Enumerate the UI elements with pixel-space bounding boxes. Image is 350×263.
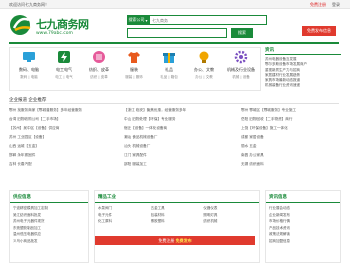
search-area: 搜索公司 ▾ 搜索 (127, 15, 267, 38)
logo-name: 七九商务网 (36, 18, 89, 31)
category-name: 机械及行业设备 (227, 67, 255, 72)
chevron-down-icon: ▾ (145, 17, 148, 23)
search-secondary-field[interactable] (127, 28, 227, 38)
top-bar: 欢迎访问七九商务网！ 免费注册 登录 (0, 0, 350, 9)
register-link[interactable]: 免费注册 (310, 2, 326, 8)
industry-item[interactable]: 化工原料 (98, 218, 151, 225)
category-name: 礼品 (165, 67, 173, 72)
listing-link[interactable]: 邯郸 永年紧固件 (9, 153, 35, 158)
shirt-icon (128, 52, 140, 63)
listing-link[interactable]: 上饶【环保设备】施工一体化 (241, 126, 288, 131)
register-banner[interactable]: 免费注册 免费发布 (95, 236, 255, 245)
search-button[interactable]: 搜索 (231, 28, 253, 38)
listing-link[interactable]: 【浙江 临安】聚焦优惠，经营服务多年 (124, 108, 186, 113)
news-item[interactable]: 机械装备行业资讯速递 (265, 83, 341, 88)
publish-info-button[interactable]: 免费发布信息 (302, 26, 336, 36)
category-sub: 机械 | 设备 (232, 75, 250, 79)
bulb-icon (199, 51, 209, 63)
supply-panel: 供应信息 宁波精密模具加工定制 吴江纺织面料批发 苏州电子元器件现货 东莞塑胶制… (9, 190, 89, 263)
listing-link[interactable]: 成都 家居设备 (241, 135, 264, 140)
listing-link[interactable]: 鄂州 找服务商家【鄂城普服务】多年经营服务 (9, 108, 82, 113)
site-logo[interactable]: 七九商务网 www.79abc.com (9, 14, 89, 42)
panel-title: 精品工业 (95, 191, 259, 203)
category-textile[interactable]: 纺织、皮革 纺织 | 皮革 (82, 50, 116, 80)
listing-link[interactable]: 吉林 长春汽配 (9, 162, 32, 167)
category-name: 服装 (130, 67, 138, 72)
category-sub: 数码 | 电脑 (20, 75, 38, 79)
listing-link[interactable]: 【苏州】吴中区【设备】供应商 (9, 126, 59, 131)
listing-row: 鄂州 找服务商家【鄂城普服务】多年经营服务 【浙江 临安】聚焦优惠，经营服务多年… (9, 108, 339, 116)
listing-link[interactable]: 江门 家具配件 (124, 153, 147, 158)
category-name: 纺织、皮革 (89, 67, 109, 72)
category-sub: 纺织 | 皮革 (90, 75, 108, 79)
category-name: 办公、文教 (194, 67, 214, 72)
category-name: 电工电气 (56, 67, 72, 72)
listing-link[interactable]: 南昌 办公家具 (241, 153, 264, 158)
listing-link[interactable]: 苏州 工业园区【设备】 (9, 135, 46, 140)
category-machinery[interactable]: 机械及行业设备 机械 | 设备 (222, 50, 260, 80)
listing-link[interactable]: 潮汕 食品机械设备厂 (124, 135, 158, 140)
category-sub: 办公 | 文教 (195, 75, 213, 79)
category-office[interactable]: 办公、文教 办公 | 文教 (187, 50, 221, 80)
category-sub: 电工 | 电气 (55, 75, 73, 79)
banner-text: 免费注册 (158, 238, 175, 243)
panel-title: 供应信息 (10, 191, 88, 203)
info-item[interactable]: 招商加盟信息 (269, 238, 337, 245)
top-links: 免费注册 登录 (310, 2, 340, 8)
category-gifts[interactable]: 礼品 礼品 | 箱包 (152, 50, 186, 80)
listing-link[interactable]: 山西 运城【五金】 (9, 144, 39, 149)
industry-item[interactable]: 纺织机械 (203, 218, 256, 225)
listing-row: 【苏州】吴中区【设备】供应商 宿迁【设备】一体化设备商 上饶【环保设备】施工一体… (9, 126, 339, 134)
listing-link[interactable]: 岳阳 旧物回收【二手物资】商行 (241, 117, 292, 122)
logo-url: www.79abc.com (36, 31, 73, 36)
banner-cta[interactable]: 免费发布 (176, 238, 192, 243)
industry-panel: 精品工业 水泵阀门 五金工具 仪器仪表 电子元件 包装材料 照明灯具 化工原料 … (94, 190, 260, 263)
listing-row: 山西 运城【五金】 汕头 机械设备厂 丽水 五金 (9, 144, 339, 152)
search-input[interactable] (149, 15, 267, 25)
listing-row: 苏州 工业园区【设备】 潮汕 食品机械设备厂 成都 家居设备 (9, 135, 339, 143)
fabric-icon (93, 51, 105, 63)
monitor-icon (23, 52, 35, 62)
category-name: 数码、电脑 (19, 67, 39, 72)
news-title: 资讯 (265, 47, 341, 55)
category-panel: 数码、电脑 数码 | 电脑 电工电气 电工 | 电气 纺织、皮革 纺织 | 皮革… (9, 47, 261, 91)
section-divider (9, 103, 339, 104)
listing-link[interactable]: 汕头 机械设备厂 (124, 144, 150, 149)
lightning-icon (58, 51, 70, 63)
supply-item[interactable]: 义乌小商品批发 (13, 238, 85, 245)
search-category-select[interactable]: 搜索公司 ▾ (127, 15, 149, 25)
category-digital[interactable]: 数码、电脑 数码 | 电脑 (12, 50, 46, 80)
news-panel: 资讯 苏州电器设备互发展 鄂尔多斯设备市场发展商户 重视新质生产力与招商 家居建… (265, 47, 341, 91)
welcome-text: 欢迎访问七九商务网！ (9, 2, 49, 7)
listing-row: 台湾 旧物收购公司【二手市场】 中山 旧物处理【环保】专业服务 岳阳 旧物回收【… (9, 117, 339, 125)
category-sub: 礼品 | 箱包 (160, 75, 178, 79)
listing-link[interactable]: 鄂州 鄂城区【鄂城服务】专业施工 (241, 108, 296, 113)
category-electrical[interactable]: 电工电气 电工 | 电气 (47, 50, 81, 80)
search-category-label: 搜索公司 (128, 17, 145, 22)
info-panel: 资讯信息 行业展会动态 企业新闻发布 市场价格行情 产品技术资讯 政策法规解读 … (265, 190, 341, 263)
logo-mark-icon (10, 15, 31, 35)
login-link[interactable]: 登录 (332, 2, 340, 8)
category-clothing[interactable]: 服装 服装 | 服饰 (117, 50, 151, 80)
category-sub: 服装 | 服饰 (125, 75, 143, 79)
listing-link[interactable]: 无锡 纺织面料 (241, 162, 264, 167)
header-divider (9, 42, 339, 44)
listing-row: 邯郸 永年紧固件 江门 家具配件 南昌 办公家具 (9, 153, 339, 161)
listing-link[interactable]: 邵阳 服装加工 (124, 162, 147, 167)
listing-link[interactable]: 丽水 五金 (241, 144, 257, 149)
gift-icon (163, 53, 175, 63)
panel-title: 资讯信息 (266, 191, 340, 203)
gear-icon (234, 50, 248, 64)
industry-item[interactable]: 橡胶塑料 (151, 218, 204, 225)
listing-link[interactable]: 宿迁【设备】一体化设备商 (124, 126, 167, 131)
listing-link[interactable]: 中山 旧物处理【环保】专业服务 (124, 117, 175, 122)
listing-row: 吉林 长春汽配 邵阳 服装加工 无锡 纺织面料 (9, 162, 339, 170)
listing-link[interactable]: 台湾 旧物收购公司【二手市场】 (9, 117, 60, 122)
